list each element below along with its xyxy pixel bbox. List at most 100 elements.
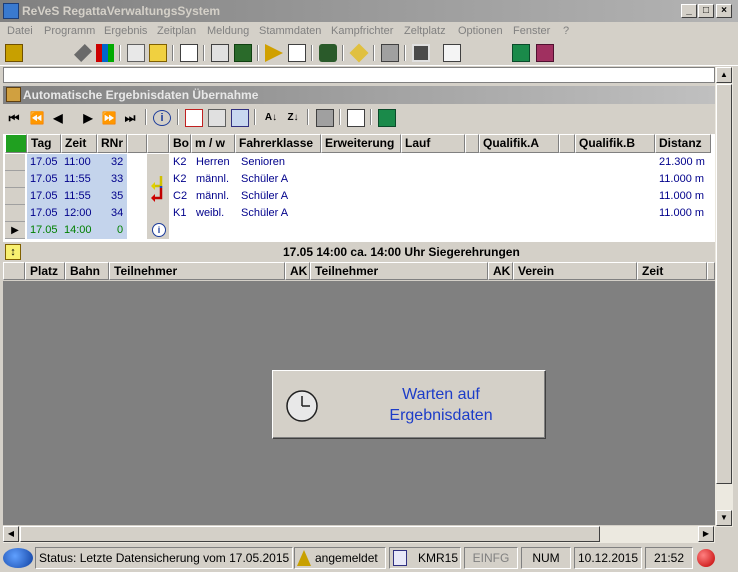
cell-rnr[interactable]: 32 <box>111 154 123 171</box>
column-header[interactable] <box>127 134 147 153</box>
column-header[interactable]: Platz <box>25 262 65 280</box>
column-header[interactable]: Zeit <box>637 262 707 280</box>
inner-window-icon[interactable] <box>6 87 21 102</box>
column-header[interactable]: Zeit <box>61 134 97 153</box>
rewind-icon[interactable]: ⏪ <box>27 108 47 128</box>
column-header[interactable] <box>559 134 575 153</box>
column-header[interactable]: Lauf <box>401 134 465 153</box>
cell-zeit[interactable]: 12:00 <box>64 205 92 222</box>
column-header[interactable]: Distanz <box>655 134 711 153</box>
cell-klasse[interactable]: Schüler A <box>241 171 288 188</box>
cell-klasse[interactable]: Senioren <box>241 154 285 171</box>
column-header[interactable]: Bo <box>169 134 191 153</box>
exit-icon[interactable] <box>512 44 530 62</box>
horizontal-thumb[interactable] <box>20 526 600 542</box>
column-header[interactable] <box>465 134 479 153</box>
cell-mw[interactable]: männl. <box>196 171 229 188</box>
resize-arrows-icon[interactable]: ↕ <box>5 244 21 260</box>
menu-ergebnis[interactable]: Ergebnis <box>104 25 147 37</box>
chart-icon[interactable] <box>96 44 114 62</box>
timetable-icon[interactable] <box>127 44 145 62</box>
cell-klasse[interactable]: Schüler A <box>241 205 288 222</box>
cell-rnr[interactable]: 0 <box>117 222 123 239</box>
cell-tag[interactable]: 17.05 <box>30 188 58 205</box>
cell-bo[interactable]: K2 <box>173 171 186 188</box>
column-header[interactable]: AK <box>488 262 513 280</box>
row-selector[interactable] <box>5 171 25 188</box>
column-header[interactable]: Qualifik.A <box>479 134 559 153</box>
row-selector[interactable] <box>5 188 25 205</box>
cell-klasse[interactable]: Schüler A <box>241 188 288 205</box>
minimize-button[interactable]: _ <box>681 4 697 18</box>
results-icon[interactable] <box>288 44 306 62</box>
row-selector[interactable] <box>5 154 25 171</box>
cell-zeit[interactable]: 14:00 <box>64 222 92 239</box>
horizontal-scrollbar[interactable]: ◀ ▶ <box>3 526 715 543</box>
details-icon[interactable] <box>347 109 365 127</box>
export-icon[interactable] <box>234 44 252 62</box>
cell-distanz[interactable]: 11.000 m <box>659 205 704 222</box>
info-icon[interactable]: i <box>153 110 171 126</box>
column-header[interactable]: m / w <box>191 134 235 153</box>
tent-icon[interactable] <box>349 43 369 63</box>
menu-optionen[interactable]: Optionen <box>458 25 503 37</box>
menu-fenster[interactable]: Fenster <box>513 25 550 37</box>
column-header[interactable]: Verein <box>513 262 637 280</box>
scroll-up-icon[interactable]: ▲ <box>716 67 732 83</box>
scroll-down-icon[interactable]: ▼ <box>716 510 732 526</box>
cell-bo[interactable]: C2 <box>173 188 187 205</box>
scroll-thumb[interactable] <box>716 84 732 484</box>
vertical-scrollbar[interactable]: ▲ ▼ <box>715 67 733 527</box>
print-list-icon[interactable] <box>316 109 334 127</box>
cell-mw[interactable]: weibl. <box>196 205 224 222</box>
column-header[interactable] <box>707 262 715 280</box>
command-bar[interactable] <box>3 67 715 83</box>
tools-icon[interactable] <box>208 109 226 127</box>
cell-mw[interactable]: männl. <box>196 188 229 205</box>
menu-meldung[interactable]: Meldung <box>207 25 249 37</box>
column-header[interactable] <box>3 262 25 280</box>
cell-zeit[interactable]: 11:55 <box>64 188 91 205</box>
last-record-icon[interactable]: ⏭ <box>123 108 137 128</box>
column-header[interactable]: Fahrerklasse <box>235 134 321 153</box>
list-icon[interactable] <box>180 44 198 62</box>
cell-bo[interactable]: K2 <box>173 154 186 171</box>
lock-icon[interactable] <box>5 44 23 62</box>
referee-icon[interactable] <box>319 44 337 62</box>
menu-kampfrichter[interactable]: Kampfrichter <box>331 25 393 37</box>
column-header[interactable]: AK <box>285 262 310 280</box>
cell-zeit[interactable]: 11:55 <box>64 171 91 188</box>
document-icon[interactable] <box>443 44 461 62</box>
cell-tag[interactable]: 17.05 <box>30 154 58 171</box>
app-icon[interactable] <box>3 3 19 19</box>
column-header[interactable]: Tag <box>27 134 61 153</box>
flag-icon[interactable] <box>265 44 283 62</box>
column-header[interactable] <box>147 134 169 153</box>
column-header[interactable]: RNr <box>97 134 127 153</box>
camera-icon[interactable] <box>412 44 430 62</box>
current-row-pointer-icon[interactable]: ▶ <box>5 222 25 239</box>
column-header[interactable]: Teilnehmer <box>109 262 285 280</box>
info-icon[interactable]: i <box>152 223 166 237</box>
printer-icon[interactable] <box>381 44 399 62</box>
menu-programm[interactable]: Programm <box>44 25 95 37</box>
cell-rnr[interactable]: 35 <box>111 188 123 205</box>
row-selector[interactable] <box>5 205 25 222</box>
swap-arrows-icon[interactable] <box>149 174 163 202</box>
cell-tag[interactable]: 17.05 <box>30 171 58 188</box>
menu-stammdaten[interactable]: Stammdaten <box>259 25 321 37</box>
column-header[interactable]: Erweiterung <box>321 134 401 153</box>
menu-datei[interactable]: Datei <box>7 25 33 37</box>
cell-rnr[interactable]: 33 <box>111 171 123 188</box>
maximize-button[interactable]: □ <box>698 4 714 18</box>
cell-zeit[interactable]: 11:00 <box>64 154 91 171</box>
book-icon[interactable] <box>536 44 554 62</box>
screen-icon[interactable] <box>231 109 249 127</box>
column-header[interactable]: Qualifik.B <box>575 134 655 153</box>
table-icon[interactable] <box>211 44 229 62</box>
menu-zeitplan[interactable]: Zeitplan <box>157 25 196 37</box>
refresh-icon[interactable] <box>5 134 27 153</box>
next-record-icon[interactable]: ▶ <box>81 108 95 128</box>
cell-distanz[interactable]: 11.000 m <box>659 188 704 205</box>
menu-zeltplatz[interactable]: Zeltplatz <box>404 25 446 37</box>
